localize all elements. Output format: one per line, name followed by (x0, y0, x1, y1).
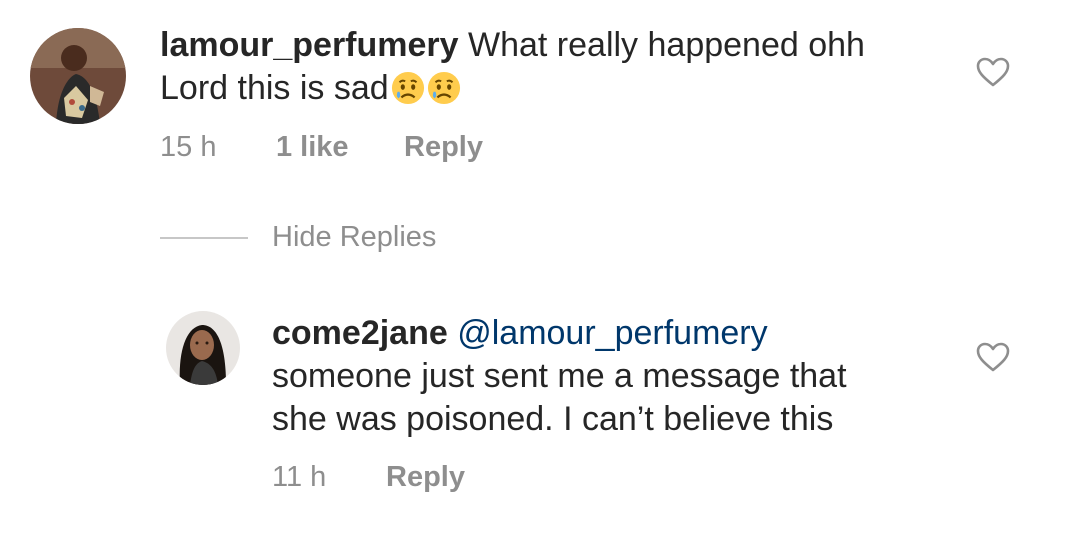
avatar[interactable] (30, 28, 126, 124)
hide-replies-button[interactable]: Hide Replies (272, 220, 436, 254)
reply-button[interactable]: Reply (404, 130, 483, 164)
comment-username[interactable]: lamour_perfumery (160, 26, 459, 64)
reply-line-1: come2jane @lamour_perfumery (272, 312, 962, 355)
comment-likes-count[interactable]: 1 like (276, 130, 349, 164)
sad-relieved-face-icon (391, 71, 424, 105)
avatar[interactable] (166, 311, 240, 385)
reply-body: come2jane @lamour_perfumery someone just… (272, 312, 962, 441)
comment-timestamp[interactable]: 15 h (160, 130, 216, 164)
profile-photo-icon (166, 311, 240, 385)
replies-divider-line (160, 237, 248, 239)
reply-meta: 11 h Reply (272, 460, 572, 494)
comment-line-2: Lord this is sad (160, 67, 940, 110)
reply-text-line-2: she was poisoned. I can’t believe this (272, 400, 834, 438)
reply-text-line-1: someone just sent me a message that (272, 357, 847, 395)
profile-photo-icon (30, 28, 126, 124)
reply-button[interactable]: Reply (386, 460, 465, 494)
comment-text-line-2: Lord this is sad (160, 69, 389, 107)
reply-username[interactable]: come2jane (272, 314, 448, 352)
like-heart-icon[interactable] (976, 342, 1010, 372)
reply-timestamp[interactable]: 11 h (272, 460, 326, 494)
reply-mention-link[interactable]: @lamour_perfumery (457, 314, 767, 352)
comment-line-1: lamour_perfumery What really happened oh… (160, 24, 940, 67)
comment-body: lamour_perfumery What really happened oh… (160, 24, 940, 110)
comment-text-line-1: What really happened ohh (468, 26, 865, 64)
sad-relieved-face-icon (427, 71, 460, 105)
like-heart-icon[interactable] (976, 57, 1010, 87)
comment-meta: 15 h 1 like Reply (160, 130, 560, 164)
